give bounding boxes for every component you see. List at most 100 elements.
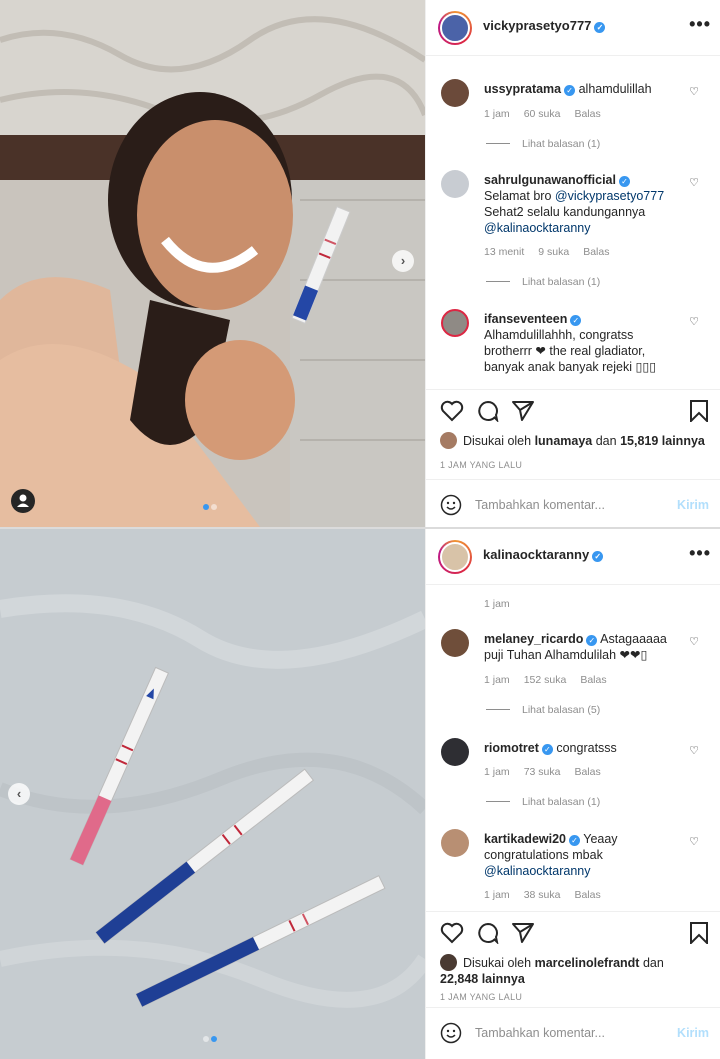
comment-icon[interactable] bbox=[476, 922, 500, 944]
comment-meta: 1 jam 73 suka Balas bbox=[484, 766, 615, 778]
verified-badge-icon: ✓ bbox=[618, 176, 630, 187]
verified-badge-icon: ✓ bbox=[586, 635, 598, 646]
more-options-icon[interactable]: ••• bbox=[689, 14, 711, 35]
heart-icon[interactable] bbox=[440, 922, 464, 944]
author-avatar[interactable] bbox=[438, 540, 472, 574]
bookmark-icon[interactable] bbox=[689, 400, 709, 422]
liked-by: Disukai oleh lunamaya dan 15,819 lainnya bbox=[440, 432, 705, 449]
comment: kartikadewi20 ✓ Yeaay congratulations mba… bbox=[426, 829, 720, 909]
post-timestamp[interactable]: 1 JAM YANG LALU bbox=[440, 992, 522, 1002]
post-header: vickyprasetyo777 ✓ ••• bbox=[426, 0, 720, 56]
comment-time: 13 menit bbox=[484, 246, 525, 258]
verified-badge-icon: ✓ bbox=[569, 835, 580, 846]
emoji-icon[interactable] bbox=[440, 1022, 462, 1044]
commenter-avatar[interactable] bbox=[441, 170, 469, 198]
liked-by-and: dan bbox=[642, 956, 664, 970]
comment-meta: 1 jam 152 suka Balas bbox=[484, 674, 621, 686]
heart-icon[interactable] bbox=[440, 400, 464, 422]
comment-time: 1 jam bbox=[484, 108, 510, 120]
comment-likes[interactable]: 9 suka bbox=[538, 246, 569, 258]
commenter-avatar[interactable] bbox=[441, 738, 469, 766]
previous-slide-button[interactable]: ‹ bbox=[8, 783, 30, 805]
reply-button[interactable]: Balas bbox=[574, 889, 600, 901]
send-button[interactable]: Kirim bbox=[677, 1026, 709, 1040]
post-actions: Disukai oleh lunamaya dan 15,819 lainnya… bbox=[426, 389, 720, 479]
liked-by-prefix: Disukai oleh bbox=[463, 434, 532, 448]
likes-count[interactable]: 22,848 lainnya bbox=[440, 972, 525, 986]
view-replies-button[interactable]: Lihat balasan (1) bbox=[486, 796, 600, 808]
heart-icon[interactable]: ♡ bbox=[689, 835, 699, 848]
comment-text: ifanseventeen ✓ Alhamdulillahhh, congratss… bbox=[484, 311, 679, 375]
heart-icon[interactable]: ♡ bbox=[689, 315, 699, 328]
commenter-avatar[interactable] bbox=[441, 309, 469, 337]
paper-plane-icon[interactable] bbox=[511, 400, 535, 422]
comment-likes[interactable]: 152 suka bbox=[524, 674, 567, 686]
heart-icon[interactable]: ♡ bbox=[689, 85, 699, 98]
post-header: kalinaocktaranny ✓ ••• bbox=[426, 529, 720, 585]
heart-icon[interactable]: ♡ bbox=[689, 635, 699, 648]
send-button[interactable]: Kirim bbox=[677, 498, 709, 512]
mention-link[interactable]: @vickyprasetyo777 bbox=[555, 189, 664, 203]
add-comment-bar: Tambahkan komentar... Kirim bbox=[426, 1007, 720, 1059]
commenter-username[interactable]: ifanseventeen bbox=[484, 312, 567, 326]
verified-badge-icon: ✓ bbox=[592, 551, 604, 562]
reply-button[interactable]: Balas bbox=[574, 108, 600, 120]
comment-meta: 1 jam 60 suka Balas bbox=[484, 108, 615, 120]
comment-icon[interactable] bbox=[476, 400, 500, 422]
liker-avatar bbox=[440, 954, 457, 971]
comment-body: alhamdulillah bbox=[578, 82, 652, 96]
commenter-username[interactable]: kartikadewi20 bbox=[484, 832, 566, 846]
author-name[interactable]: vickyprasetyo777 bbox=[483, 18, 591, 33]
comment-likes[interactable]: 38 suka bbox=[524, 889, 561, 901]
liked-by-prefix: Disukai oleh bbox=[463, 956, 532, 970]
paper-plane-icon[interactable] bbox=[511, 922, 535, 944]
comment-text: riomotret ✓ congratsss bbox=[484, 740, 679, 756]
comment-time: 1 jam bbox=[484, 889, 510, 901]
post-timestamp[interactable]: 1 JAM YANG LALU bbox=[440, 460, 522, 470]
view-replies-button[interactable]: Lihat balasan (1) bbox=[486, 138, 600, 150]
reply-button[interactable]: Balas bbox=[580, 674, 606, 686]
post-1-photo[interactable]: › bbox=[0, 0, 425, 527]
mention-link[interactable]: @kalinaocktaranny bbox=[484, 221, 591, 235]
author-name[interactable]: kalinaocktaranny bbox=[483, 547, 589, 562]
more-options-icon[interactable]: ••• bbox=[689, 543, 711, 564]
reply-button[interactable]: Balas bbox=[574, 766, 600, 778]
comment-likes[interactable]: 60 suka bbox=[524, 108, 561, 120]
liker-username[interactable]: lunamaya bbox=[535, 434, 593, 448]
author-avatar[interactable] bbox=[438, 11, 472, 45]
carousel-dots bbox=[202, 1029, 218, 1047]
author-username[interactable]: kalinaocktaranny ✓ bbox=[483, 547, 604, 562]
liked-by-and: dan bbox=[595, 434, 617, 448]
author-username[interactable]: vickyprasetyo777 ✓ bbox=[483, 18, 606, 33]
bookmark-icon[interactable] bbox=[689, 922, 709, 944]
verified-badge-icon: ✓ bbox=[541, 744, 553, 755]
heart-icon[interactable]: ♡ bbox=[689, 744, 699, 757]
user-tag-icon[interactable] bbox=[11, 489, 35, 513]
commenter-username[interactable]: ussypratama bbox=[484, 82, 561, 96]
comment-body: Alhamdulillahhh, congratss brotherrr ❤ t… bbox=[484, 328, 657, 374]
mention-link[interactable]: @kalinaocktaranny bbox=[484, 864, 591, 878]
view-replies-button[interactable]: Lihat balasan (5) bbox=[486, 704, 600, 716]
comment-input[interactable]: Tambahkan komentar... bbox=[475, 1026, 605, 1040]
heart-icon[interactable]: ♡ bbox=[689, 176, 699, 189]
comment-likes[interactable]: 73 suka bbox=[524, 766, 561, 778]
view-replies-button[interactable]: Lihat balasan (1) bbox=[486, 276, 600, 288]
commenter-username[interactable]: melaney_ricardo bbox=[484, 632, 583, 646]
comment-input[interactable]: Tambahkan komentar... bbox=[475, 498, 605, 512]
commenter-username[interactable]: riomotret bbox=[484, 741, 539, 755]
reply-button[interactable]: Balas bbox=[583, 246, 609, 258]
commenter-avatar[interactable] bbox=[441, 629, 469, 657]
post-2-photo[interactable]: ‹ bbox=[0, 529, 425, 1059]
next-slide-button[interactable]: › bbox=[392, 250, 414, 272]
verified-badge-icon: ✓ bbox=[570, 315, 582, 326]
commenter-username[interactable]: sahrulgunawanofficial bbox=[484, 173, 616, 187]
emoji-icon[interactable] bbox=[440, 494, 462, 516]
liker-username[interactable]: marcelinolefrandt bbox=[535, 956, 640, 970]
verified-badge-icon: ✓ bbox=[594, 22, 606, 33]
commenter-avatar[interactable] bbox=[441, 79, 469, 107]
likes-count[interactable]: 15,819 lainnya bbox=[620, 434, 705, 448]
commenter-avatar[interactable] bbox=[441, 829, 469, 857]
post-1-panel: vickyprasetyo777 ✓ ••• ussypratama ✓ alham… bbox=[425, 0, 720, 527]
liked-by: Disukai oleh marcelinolefrandt dan 22,84… bbox=[440, 954, 680, 987]
post-2: ‹ kalinaocktaranny ✓ ••• 1 jam melaney_ri… bbox=[0, 529, 720, 1059]
